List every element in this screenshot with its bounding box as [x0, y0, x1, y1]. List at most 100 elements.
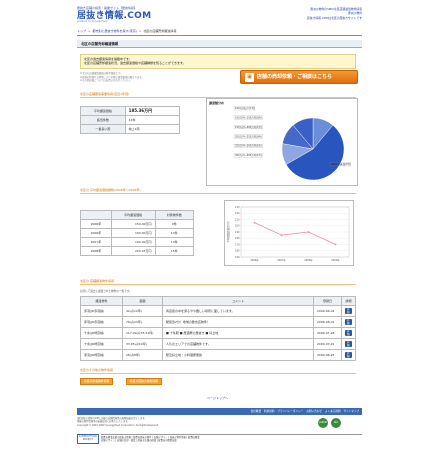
table-row: 該当件数 14件	[80, 115, 181, 125]
breadcrumb: トップ > 都市別に居抜き物件を探す(東京) > 北区の店舗売却譲渡情報	[77, 28, 362, 36]
footer-links: 飲食店開業支援の居抜き情報 | 飲食店居抜き物件 | 店舗デザイン | 居抜き物…	[101, 434, 362, 444]
col-header: 登録日	[313, 296, 342, 306]
table-row: 赤羽(JR赤羽線) 42㎡(12坪) 商店街の中を通るやや難しい場所に面していま…	[80, 305, 356, 317]
listing-area: 76㎡(23坪)	[122, 316, 163, 328]
series-line	[254, 222, 336, 245]
y-tick-label: 200	[235, 225, 240, 228]
footer-nav-item[interactable]: プライバシーポリシー	[277, 410, 303, 414]
detail-button[interactable]: 詳細	[345, 329, 352, 337]
count-cell: 13件	[154, 237, 195, 247]
listing-detail-cell: 詳細	[341, 305, 356, 317]
page-title: 北区の店舗売却譲渡情報	[77, 40, 362, 48]
x-tick-label: 2009年	[331, 258, 340, 262]
listing-comment: 商店街の中を通るやや難しい場所に面しています。	[162, 305, 314, 317]
data-point	[307, 231, 310, 233]
sell-consult-button[interactable]: ▣ 店舗の売却依頼・ご相談はこちら	[240, 70, 358, 84]
data-point	[334, 243, 337, 246]
listing-area: 26㎡(8坪)	[122, 349, 163, 361]
listing-date: 2009-06-25	[313, 349, 342, 361]
data-point	[280, 234, 283, 237]
stat-value: 地上1階	[124, 124, 181, 134]
line-chart: 150 160 170 180 190 200 210 220 230 2006年 2007年 200…	[226, 206, 350, 262]
stat-value: 185.36万円	[124, 106, 181, 116]
table-row: 赤羽(JR赤羽線) 76㎡(23坪) 駅徒歩2分！地域の飲食店物件！ 2008-…	[80, 316, 356, 328]
y-tick-label: 160	[235, 250, 240, 253]
breadcrumb-separator: >	[88, 29, 91, 34]
breadcrumb-current: 北区の店舗売却譲渡情報	[143, 29, 177, 34]
table-row: 十条(JR埼京線) 33.05㎡(10坪) 人気のエリアでの店舗物件です。 20…	[80, 338, 356, 350]
listing-name: 赤羽(JR赤羽線)	[80, 316, 123, 328]
year-cell: 2008年	[80, 246, 112, 256]
data-point	[253, 221, 256, 224]
y-tick-label: 230	[235, 206, 240, 209]
price-cell: 220.47万円	[110, 246, 156, 256]
stat-label: 該当件数	[80, 115, 126, 125]
count-cell: 9件	[154, 219, 195, 229]
footer-badges: JAPAN ISO	[318, 418, 341, 428]
listing-date: 2009-06-04	[313, 305, 342, 317]
notes: ※下記の店舗譲渡価格は参考価格です。 ※店舗の状態や立地等により実際の譲渡価格は…	[80, 72, 240, 83]
breadcrumb-home[interactable]: トップ	[77, 29, 86, 33]
x-tick-label: 2008年	[304, 258, 313, 262]
breadcrumb-separator: >	[138, 29, 142, 34]
site-header: 居抜き店舗の検索・開業サイト【居抜情報】 居抜き情報.COM powered b…	[77, 6, 362, 23]
detail-button[interactable]: 詳細	[345, 318, 352, 326]
footer-links-line[interactable]: 店舗デザイン | 店舗の売却・譲渡 | 居抜き店舗の相談 | 飲食店の開業支援	[101, 439, 362, 442]
iso-badge-icon: ISO	[331, 418, 341, 428]
table-row: 2006年 190.00万円 14件	[80, 228, 195, 238]
col-header: 面積	[122, 296, 163, 306]
listing-comment: ■ 十条駅 ■ 居酒屋の居抜き ■ 好立地	[162, 327, 314, 339]
price-cell: 159.00万円	[110, 219, 156, 229]
listing-detail-cell: 詳細	[341, 338, 356, 350]
pie-label: 100万円以下(1件)	[235, 106, 255, 110]
stat-label: 一番多い階	[80, 124, 126, 134]
line-chart-panel: 150 160 170 180 190 200 210 220 230 2006年 2007年 200…	[224, 200, 354, 266]
y-tick-label: 150	[235, 256, 240, 259]
page: 居抜き店舗の検索・開業サイト【居抜情報】 居抜き情報.COM powered b…	[0, 0, 437, 450]
listing-note: 北区にて過去に譲渡された物件の一覧です。	[80, 290, 132, 293]
listing-date: 2009-07-22	[313, 338, 342, 350]
y-tick-label: 180	[235, 237, 240, 240]
pie-label: 150万円〜200万円(1件)	[235, 125, 262, 129]
detail-button[interactable]: 詳細	[345, 307, 352, 315]
inuki-listings-button[interactable]: 北区の居抜き物件情報	[126, 378, 162, 385]
table-row: 一番多い階 地上1階	[80, 124, 181, 134]
listing-detail-cell: 詳細	[341, 349, 356, 361]
detail-button[interactable]: 詳細	[345, 351, 352, 359]
header-links: 豊洲沙物件のSMIC北区店舗譲渡物件情報 豊洲沙物件 居抜き情報.COMは北区の…	[307, 7, 362, 20]
copyright: Copyright © 2007-2009 SynergyFood Corpor…	[77, 423, 159, 427]
header-link-3[interactable]: 居抜き情報.COMは北区の居抜きサイトです	[307, 16, 362, 20]
footer-nav-item[interactable]: よくある質問	[325, 410, 341, 414]
y-tick-label: 210	[235, 218, 240, 221]
listing-name: 十条(JR埼京線)	[80, 327, 123, 339]
pie-chart: 100万円以下(1件) 100万円〜150万円(5件) 150万円〜200万円(1件…	[233, 106, 351, 181]
new-listings-button[interactable]: 北区の新着物件情報	[80, 378, 114, 385]
stat-value: 14件	[124, 115, 181, 125]
listing-area: 117.09㎡(35.51坪)	[122, 327, 163, 339]
synergy-logo[interactable]: SYNERGYFOOD PROJECT	[77, 434, 99, 444]
table-row: 2007年 190.00万円 13件	[80, 237, 195, 247]
breadcrumb-area[interactable]: 都市別に居抜き物件を探す(東京)	[93, 29, 137, 33]
col-header: 譲渡物件	[80, 296, 123, 306]
detail-button[interactable]: 詳細	[345, 340, 352, 348]
table-row: 十条(JR埼京線) 117.09㎡(35.51坪) ■ 十条駅 ■ 居酒屋の居抜…	[80, 327, 356, 339]
header-link-2[interactable]: 豊洲沙物件	[348, 11, 362, 15]
col-header: コメント	[162, 296, 314, 306]
footer-nav-item[interactable]: 利用規約	[264, 410, 274, 414]
page-top-link[interactable]: ページトップへ	[207, 396, 228, 400]
footer-nav-item[interactable]: お問い合わせ	[306, 410, 322, 414]
y-tick-label: 190	[235, 231, 240, 234]
footer-info: (株)居抜き情報.COMに記載の店舗情報等の無断転載を禁止します。 掲載の物件情…	[77, 417, 277, 427]
pie-chart-panel: 譲渡額分布 100万円以下(1件) 100万円〜150万円(5件) 150万円〜20…	[206, 98, 358, 186]
listing-name: 赤羽(JR埼京線)	[80, 349, 123, 361]
footer-nav-item[interactable]: 会社概要	[251, 410, 261, 414]
header-link-1[interactable]: 豊洲沙物件のSMIC北区店舗譲渡物件情報	[310, 7, 362, 11]
footer-nav-item[interactable]: サイトマップ	[343, 410, 359, 414]
listing-comment: 人気のエリアでの店舗物件です。	[162, 338, 314, 350]
shop-icon: ▣	[245, 72, 254, 82]
year-cell: 2006年	[80, 228, 112, 238]
pie-label: 200万円未満(0件)	[331, 162, 351, 166]
col-header: 平均譲渡価格	[110, 210, 156, 220]
logo-subtitle: powered by SynergyFood	[77, 20, 108, 23]
listing-area: 33.05㎡(10坪)	[122, 338, 163, 350]
